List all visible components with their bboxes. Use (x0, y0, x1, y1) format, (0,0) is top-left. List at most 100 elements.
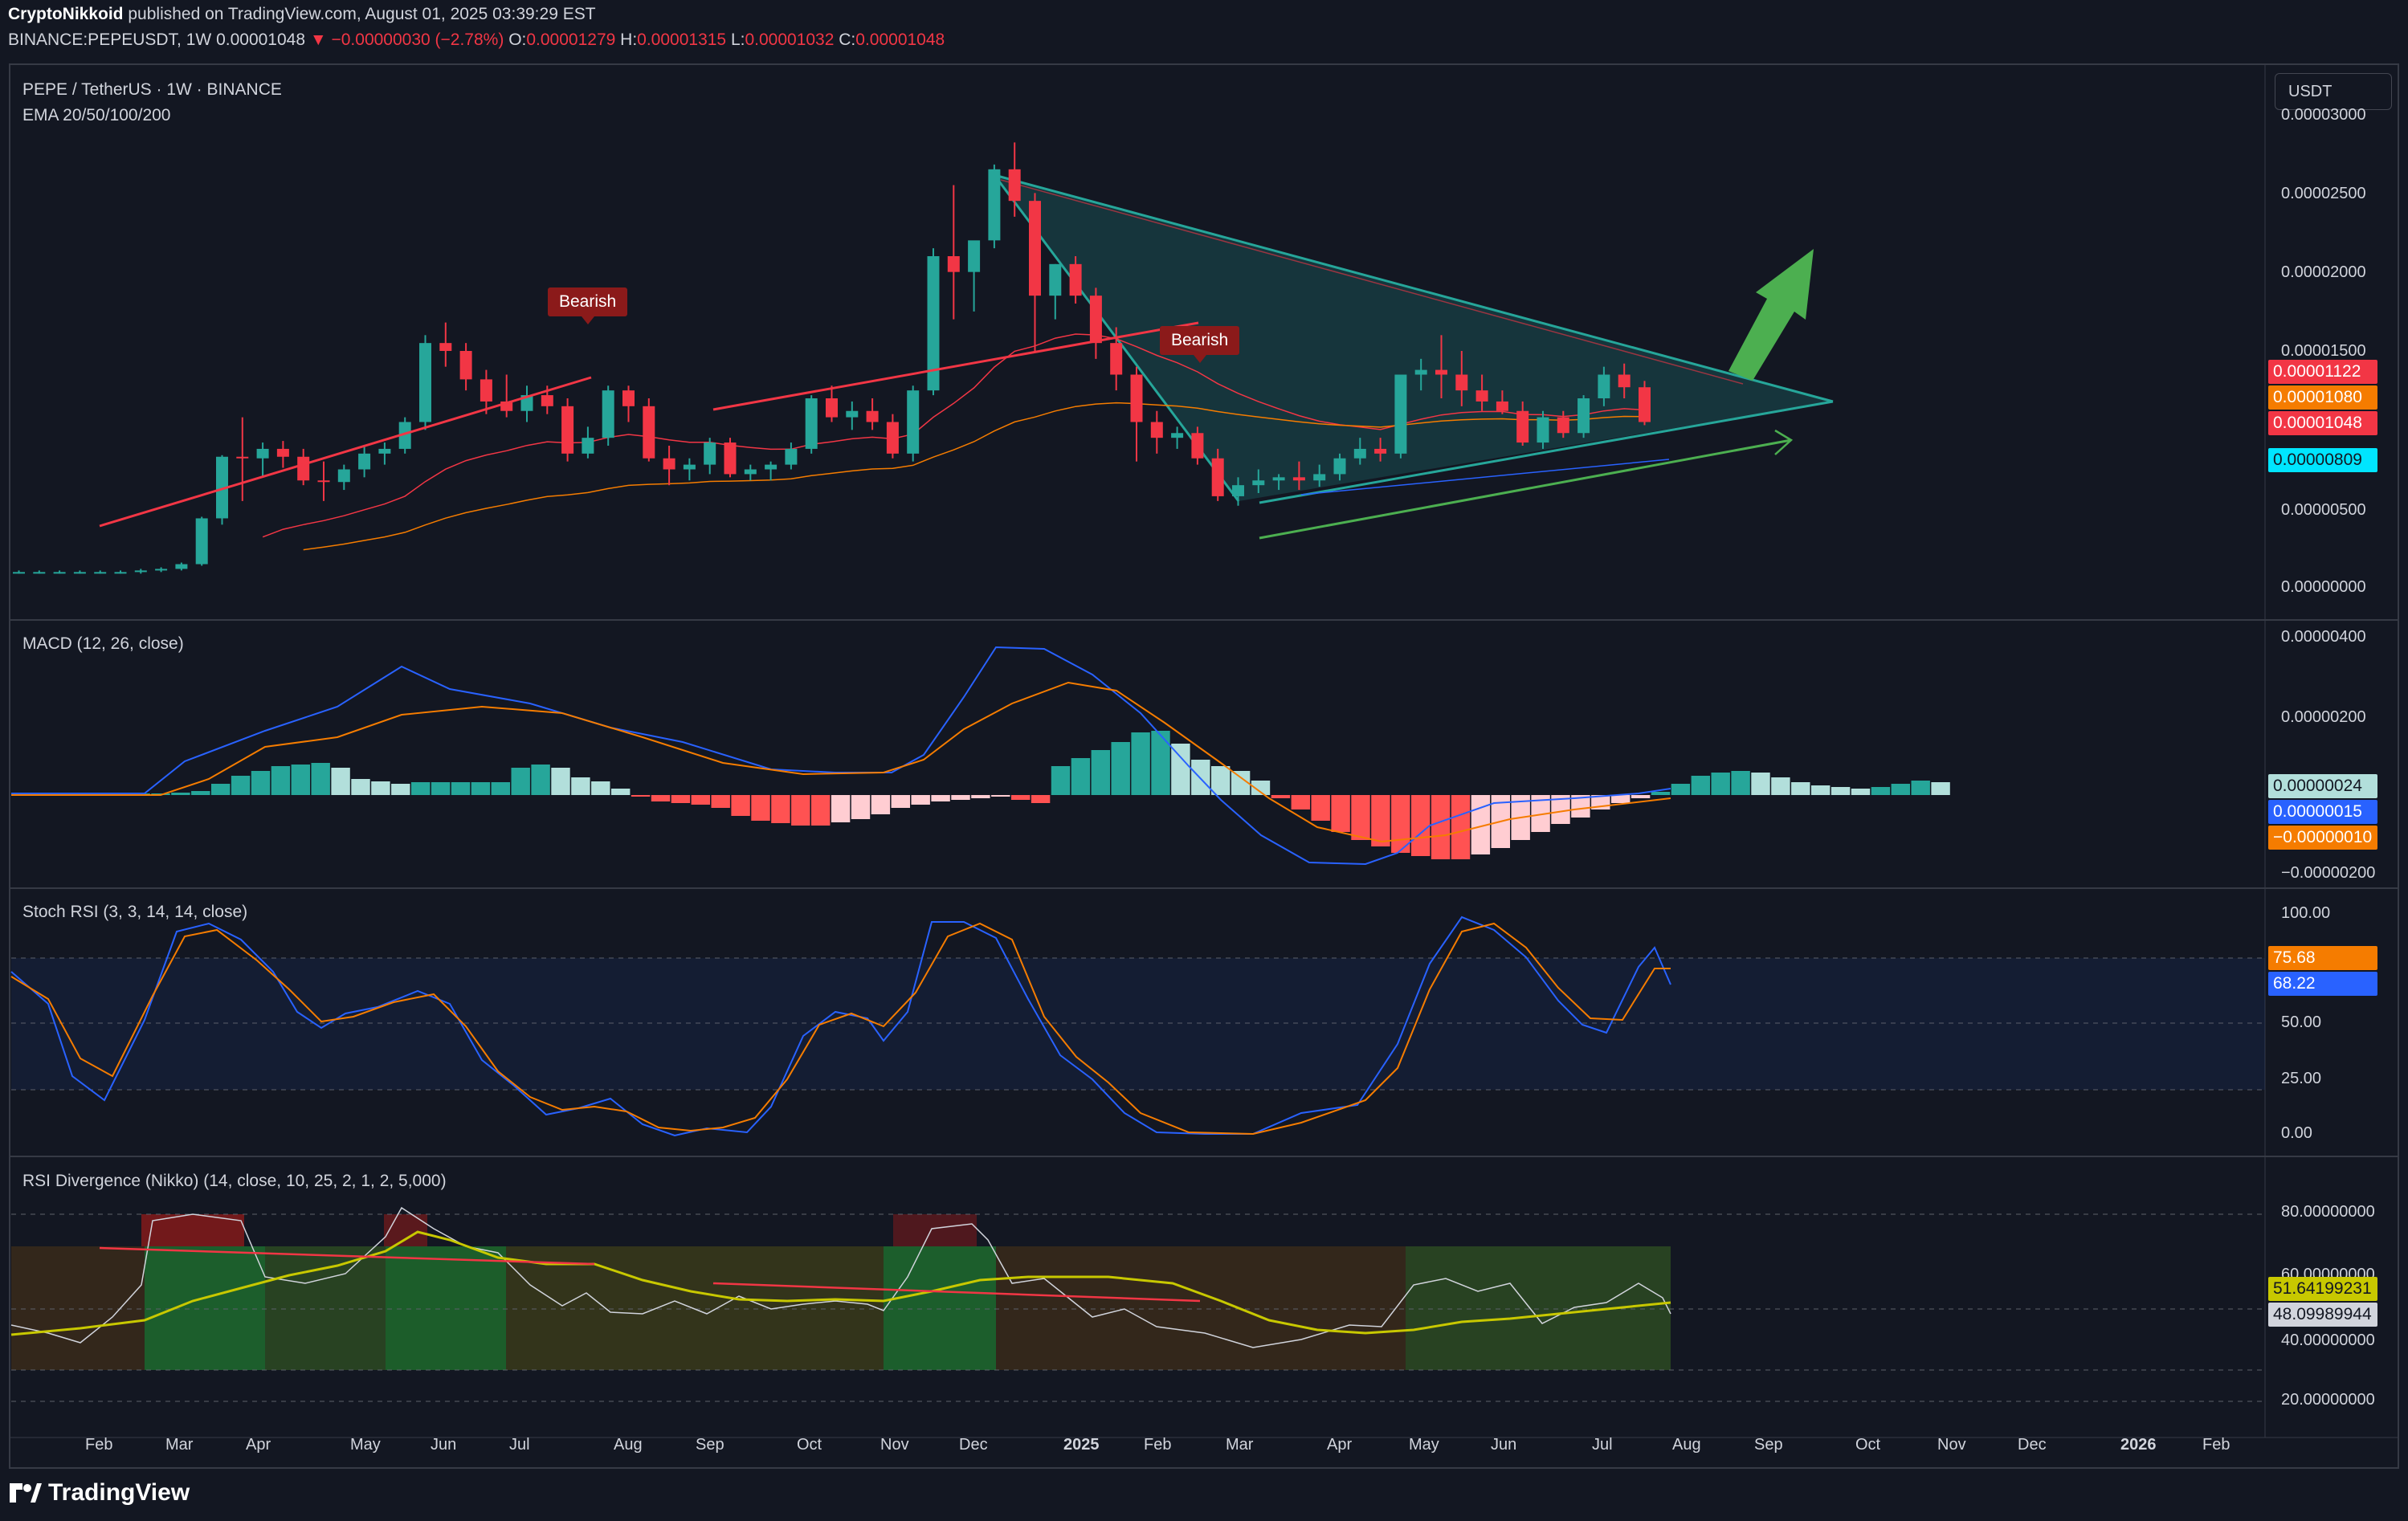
time-axis-label: Aug (614, 1436, 643, 1454)
macd-histogram-bar (951, 795, 970, 800)
candle (1049, 263, 1062, 320)
macd-histogram-bar (1931, 782, 1950, 795)
macd-histogram-bar (291, 765, 310, 795)
macd-title[interactable]: MACD (12, 26, close) (22, 634, 184, 654)
trendline-red (99, 376, 592, 528)
macd-histogram-bar (1911, 781, 1930, 795)
candle-body (459, 350, 472, 380)
candle-body (1232, 485, 1244, 496)
candle (846, 401, 859, 430)
stoch-rsi-title[interactable]: Stoch RSI (3, 3, 14, 14, close) (22, 903, 247, 922)
bearish-annotation: Bearish (1160, 326, 1240, 363)
candle-body (155, 569, 168, 571)
stoch-band (11, 958, 2265, 1090)
candle-body (114, 572, 127, 574)
candle-body (175, 564, 188, 569)
candle-body (1496, 401, 1508, 411)
candle-body (1211, 458, 1224, 496)
macd-histogram-bar (231, 776, 251, 795)
high-value: 0.00001315 (637, 31, 727, 49)
macd-histogram-bar (171, 793, 190, 795)
candle-body (866, 410, 879, 422)
time-axis-label: Sep (696, 1436, 724, 1454)
candle-body (297, 456, 310, 481)
candle (866, 398, 879, 430)
macd-histogram-bar (571, 777, 590, 795)
candle (744, 464, 757, 481)
candle (1130, 366, 1143, 462)
macd-histogram-bar (1371, 795, 1390, 846)
candle (582, 426, 594, 459)
macd-histogram-bar (1051, 766, 1071, 795)
candle (805, 395, 818, 454)
tradingview-logo[interactable]: TradingView (10, 1479, 190, 1507)
candle (968, 240, 981, 312)
candle (236, 417, 249, 501)
candle-body (968, 240, 981, 272)
tradingview-logo-text: TradingView (48, 1479, 190, 1506)
candle-body (134, 570, 147, 573)
macd-histogram-bar (631, 795, 651, 797)
price-tag: 0.00000015 (2268, 800, 2377, 824)
publish-info: CryptoNikkoid published on TradingView.c… (8, 5, 596, 24)
candle-body (1049, 263, 1062, 296)
candle (927, 248, 940, 396)
rsi-zone (145, 1246, 265, 1370)
candle (195, 516, 208, 566)
macd-histogram-bar (351, 779, 370, 795)
candle-body (1598, 374, 1610, 398)
price-axis-tick: 20.00000000 (2281, 1391, 2375, 1409)
candle (826, 385, 838, 422)
time-axis-label: Feb (85, 1436, 113, 1454)
time-axis-label: May (1409, 1436, 1439, 1454)
macd-histogram-bar (1811, 785, 1830, 795)
open-label: O: (508, 31, 527, 49)
candle-body (1577, 398, 1590, 434)
candle-body (1639, 387, 1651, 422)
macd-histogram-bar (731, 795, 750, 816)
price-axis-tick: 25.00 (2281, 1070, 2322, 1087)
chart-canvas[interactable] (0, 0, 2408, 1521)
time-axis-label: Dec (2018, 1436, 2047, 1454)
macd-histogram-bar (1891, 784, 1910, 795)
macd-histogram-bar (211, 784, 231, 795)
price-tag: 0.00000809 (2268, 448, 2377, 472)
macd-histogram-bar (791, 795, 810, 826)
candle (724, 438, 737, 478)
macd-histogram-bar (1011, 795, 1031, 800)
candle (337, 464, 350, 491)
currency-button[interactable]: USDT (2275, 73, 2392, 110)
candle-body (13, 572, 25, 574)
rsi-zone (386, 1246, 506, 1370)
candle (13, 570, 25, 574)
tradingview-logo-icon (10, 1483, 42, 1503)
macd-histogram-bar (1691, 776, 1710, 795)
candle-body (337, 469, 350, 483)
candle (439, 322, 452, 367)
author-name[interactable]: CryptoNikkoid (8, 5, 124, 23)
candle-body (541, 395, 553, 406)
rsi-divergence-title[interactable]: RSI Divergence (Nikko) (14, close, 10, 2… (22, 1172, 447, 1191)
high-label: H: (620, 31, 638, 49)
candle (276, 441, 289, 468)
rsi-overbought-zone (893, 1214, 977, 1246)
macd-histogram-bar (911, 795, 930, 805)
price-axis-tick: 50.00 (2281, 1013, 2322, 1031)
candle (317, 461, 330, 501)
candle-body (724, 442, 737, 475)
macd-histogram-bar (531, 765, 550, 795)
price-axis-tick: 100.00 (2281, 904, 2331, 922)
macd-histogram-bar (991, 795, 1010, 797)
macd-line (11, 646, 1671, 866)
candle-body (826, 398, 838, 418)
macd-histogram-bar (1611, 795, 1631, 803)
candle-body (602, 390, 614, 438)
candle-body (317, 480, 330, 483)
ema-indicator-label[interactable]: EMA 20/50/100/200 (22, 106, 170, 125)
candle (1029, 193, 1041, 351)
candle (94, 570, 107, 574)
candle-body (1110, 343, 1123, 375)
price-tag: 48.09989944 (2268, 1303, 2377, 1327)
macd-histogram-bar (451, 782, 471, 795)
macd-histogram-bar (771, 795, 790, 823)
